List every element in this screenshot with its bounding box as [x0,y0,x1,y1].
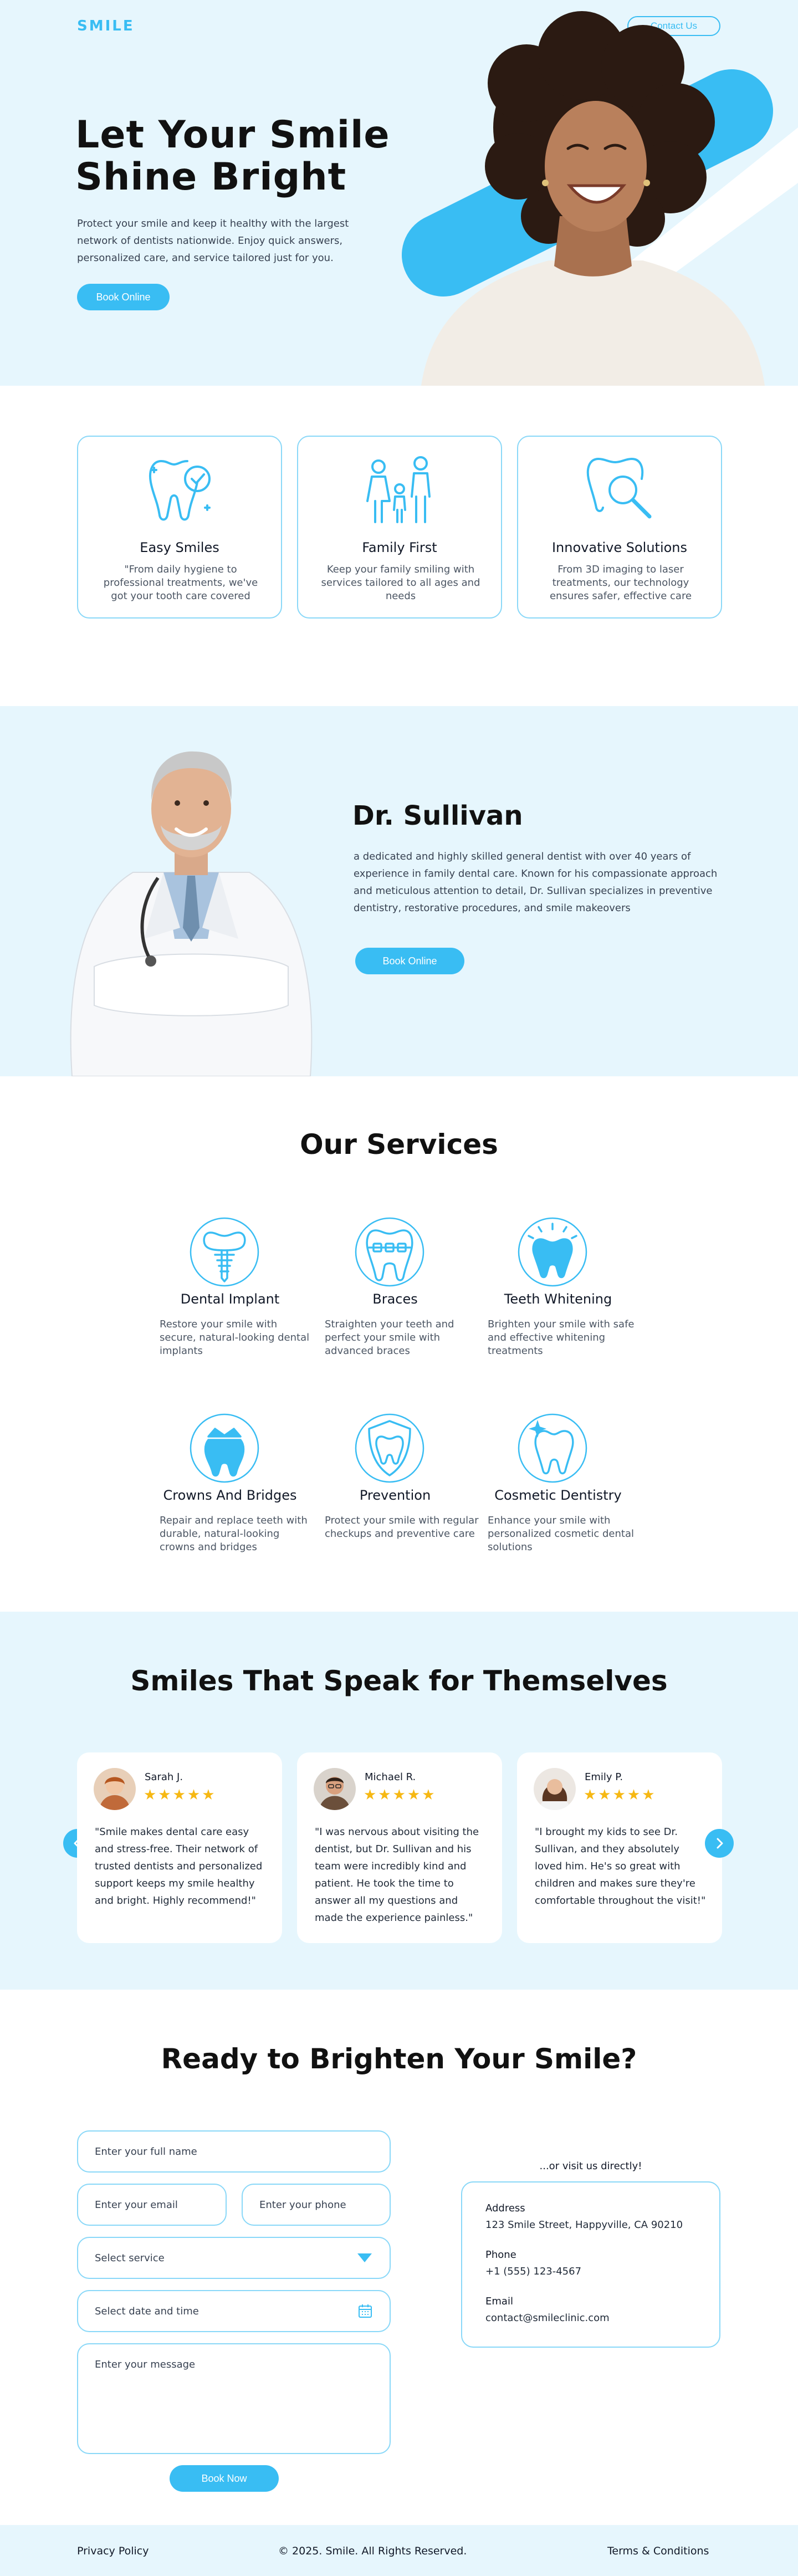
testimonials-title: Smiles That Speak for Themselves [130,1665,668,1697]
book-now-button[interactable]: Book Now [170,2465,279,2492]
copyright-text: © 2025. Smile. All Rights Reserved. [278,2545,467,2557]
service-text: Brighten your smile with safe and effect… [488,1318,635,1357]
hero-title: Let Your Smile Shine Bright [75,113,390,199]
avatar [534,1768,576,1810]
caret-down-icon [357,2253,372,2262]
doctor-illustration [70,751,313,1076]
teeth-whitening-icon [518,1217,587,1287]
cosmetic-sparkle-tooth-icon [518,1413,587,1483]
feature-card-family-first: Family First Keep your family smiling wi… [297,436,502,619]
booking-section: Ready to Brighten Your Smile? Select ser… [0,1990,798,2525]
email-label: Email [485,2296,513,2307]
prevention-shield-tooth-icon [355,1413,424,1483]
feature-title: Family First [362,540,437,555]
features-section: Easy Smiles "From daily hygiene to profe… [0,386,798,706]
service-text: Restore your smile with secure, natural-… [160,1318,310,1357]
feature-title: Innovative Solutions [551,540,688,555]
doctor-book-online-button[interactable]: Book Online [355,948,464,974]
phone-label: Phone [485,2249,516,2261]
feature-card-innovative-solutions: Innovative Solutions From 3D imaging to … [517,436,722,619]
email-value[interactable]: contact@smileclinic.com [485,2312,610,2324]
address-label: Address [485,2202,525,2214]
doctor-bio: a dedicated and highly skilled general d… [354,851,718,914]
feature-text: Keep your family smiling with services t… [321,564,480,602]
privacy-policy-link[interactable]: Privacy Policy [77,2545,149,2557]
logo[interactable]: SMILE [77,18,135,34]
star-rating: ★★★★★ [584,1787,657,1803]
hero-text: Protect your smile and keep it healthy w… [77,218,349,264]
feature-card-easy-smiles: Easy Smiles "From daily hygiene to profe… [77,436,282,619]
calendar-icon [359,2304,372,2318]
service-select[interactable]: Select service [77,2237,391,2279]
booking-title: Ready to Brighten Your Smile? [161,2043,637,2075]
carousel-next-button[interactable] [705,1829,734,1858]
service-title: Prevention [359,1488,431,1503]
avatar [314,1768,356,1810]
feature-title: Easy Smiles [140,540,219,555]
service-title: Cosmetic Dentistry [494,1488,622,1503]
phone-value[interactable]: +1 (555) 123-4567 [485,2266,581,2277]
email-input[interactable] [77,2184,227,2226]
braces-icon [355,1217,424,1287]
services-title: Our Services [300,1128,498,1161]
star-rating: ★★★★★ [144,1787,217,1803]
star-rating: ★★★★★ [364,1787,437,1803]
contact-info-card: Address 123 Smile Street, Happyville, CA… [461,2181,720,2348]
service-text: Protect your smile with regular checkups… [325,1515,479,1540]
service-text: Repair and replace teeth with durable, n… [160,1515,308,1553]
full-name-input[interactable] [77,2130,391,2173]
testimonial-quote: "Smile makes dental care easy and stress… [95,1826,263,1907]
doctor-section: Dr. Sullivan a dedicated and highly skil… [0,706,798,1076]
visit-us-label: ...or visit us directly! [539,2160,642,2172]
datetime-picker[interactable]: Select date and time [77,2290,391,2332]
testimonial-quote: "I brought my kids to see Dr. Sullivan, … [535,1826,706,1907]
message-textarea[interactable] [77,2343,391,2454]
page: SMILE Contact Us Let Your Smile Shine Br… [0,0,798,2576]
hero-section: SMILE Contact Us Let Your Smile Shine Br… [0,0,798,386]
service-title: Braces [372,1291,418,1307]
dental-implant-icon [190,1217,259,1287]
testimonial-card: Sarah J. ★★★★★ "Smile makes dental care … [77,1752,282,1943]
service-title: Teeth Whitening [504,1291,612,1307]
testimonial-quote: "I was nervous about visiting the dentis… [315,1826,479,1924]
doctor-name: Dr. Sullivan [352,800,523,831]
address-value: 123 Smile Street, Happyville, CA 90210 [485,2219,683,2231]
services-section: Our Services Dental Implant Restore your… [0,1076,798,1612]
testimonial-card: Michael R. ★★★★★ "I was nervous about vi… [297,1752,502,1943]
crown-icon [190,1413,259,1483]
footer: Privacy Policy © 2025. Smile. All Rights… [0,2525,798,2576]
tooth-check-icon [149,460,211,521]
reviewer-name: Sarah J. [145,1771,183,1783]
testimonials-section: Smiles That Speak for Themselves Sarah J… [0,1612,798,1990]
tooth-magnifier-icon [586,458,652,519]
reviewer-name: Michael R. [365,1771,416,1783]
service-select-label: Select service [95,2252,165,2264]
terms-link[interactable]: Terms & Conditions [607,2545,709,2557]
service-text: Straighten your teeth and perfect your s… [325,1318,454,1357]
service-title: Dental Implant [180,1291,280,1307]
testimonial-card: Emily P. ★★★★★ "I brought my kids to see… [517,1752,722,1943]
service-text: Enhance your smile with personalized cos… [488,1515,634,1553]
family-icon [366,456,431,523]
hero-woman-illustration [402,11,798,386]
hero-book-online-button[interactable]: Book Online [77,284,170,310]
avatar [94,1768,136,1810]
reviewer-name: Emily P. [585,1771,623,1783]
feature-text: From 3D imaging to laser treatments, our… [549,564,692,602]
datetime-picker-label: Select date and time [95,2305,199,2317]
feature-text: "From daily hygiene to professional trea… [103,564,258,602]
chevron-right-icon [717,1838,723,1849]
phone-input[interactable] [242,2184,391,2226]
service-title: Crowns And Bridges [163,1488,297,1503]
